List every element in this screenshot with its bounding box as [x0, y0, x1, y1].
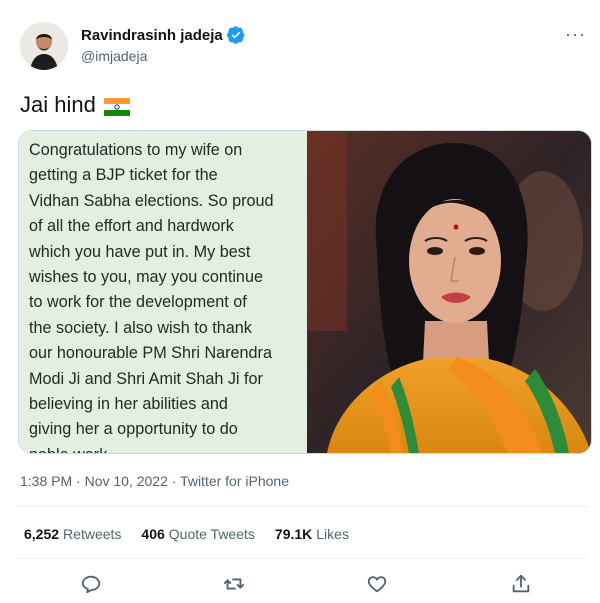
note-line: Vidhan Sabha elections. So proud [29, 191, 274, 210]
note-line: to work for the development of [29, 293, 247, 312]
author-display-name[interactable]: Ravindrasinh jadeja [81, 27, 223, 44]
note-line: Congratulations to my wife on [29, 141, 243, 159]
portrait-photo [307, 131, 591, 453]
author-name-row: Ravindrasinh jadeja [81, 26, 245, 44]
author-handle[interactable]: @imjadeja [81, 48, 147, 64]
note-line: of all the effort and hardwork [29, 217, 234, 236]
note-line: which you have put in. My best [29, 242, 251, 261]
india-flag-icon [103, 96, 130, 116]
divider [16, 506, 588, 507]
likes-stat[interactable]: 79.1K Likes [275, 526, 349, 542]
retweet-icon [223, 578, 245, 590]
reply-icon [81, 575, 101, 594]
tweet-body: Jai hind [20, 92, 130, 118]
note-line: Modi Ji and Shri Amit Shah Ji for [29, 369, 263, 388]
retweet-button[interactable] [220, 570, 248, 598]
quotes-count: 406 [141, 526, 165, 542]
tweet-text: Jai hind [20, 92, 96, 117]
like-icon [367, 576, 387, 593]
likes-count: 79.1K [274, 526, 313, 542]
like-button[interactable] [363, 570, 391, 598]
likes-label: Likes [316, 526, 349, 542]
retweets-label: Retweets [63, 526, 122, 542]
note-line: giving her a opportunity to do [29, 420, 238, 439]
author-avatar[interactable] [20, 22, 68, 70]
share-button[interactable] [507, 570, 535, 598]
tweet-media[interactable]: Congratulations to my wife on getting a … [18, 130, 592, 454]
note-line: believing in her abilities and [29, 395, 228, 414]
note-line: wishes to you, may you continue [29, 268, 263, 287]
verified-badge-icon [226, 26, 245, 44]
tweet-stats: 6,252 Retweets 406 Quote Tweets 79.1K Likes [24, 526, 369, 542]
user-avatar-icon [20, 22, 68, 70]
quotes-label: Quote Tweets [168, 526, 255, 542]
retweets-count: 6,252 [24, 526, 60, 542]
retweets-stat[interactable]: 6,252 Retweets [24, 526, 121, 542]
more-options-icon[interactable]: ··· [565, 24, 586, 45]
note-line: noble work [29, 443, 297, 453]
quote-tweets-stat[interactable]: 406 Quote Tweets [141, 526, 255, 542]
tweet-card: Ravindrasinh jadeja @imjadeja ··· Jai hi… [0, 0, 600, 600]
reply-button[interactable] [77, 570, 105, 598]
tweet-timestamp[interactable]: 1:38 PM · Nov 10, 2022 · Twitter for iPh… [20, 473, 289, 489]
note-line: the society. I also wish to thank [29, 318, 252, 337]
note-line: getting a BJP ticket for the [29, 166, 218, 185]
tweet-actions [0, 570, 600, 598]
media-note-text: Congratulations to my wife on getting a … [19, 131, 307, 453]
divider [16, 558, 588, 559]
note-line: our honourable PM Shri Narendra [29, 344, 272, 363]
share-icon [512, 574, 530, 593]
